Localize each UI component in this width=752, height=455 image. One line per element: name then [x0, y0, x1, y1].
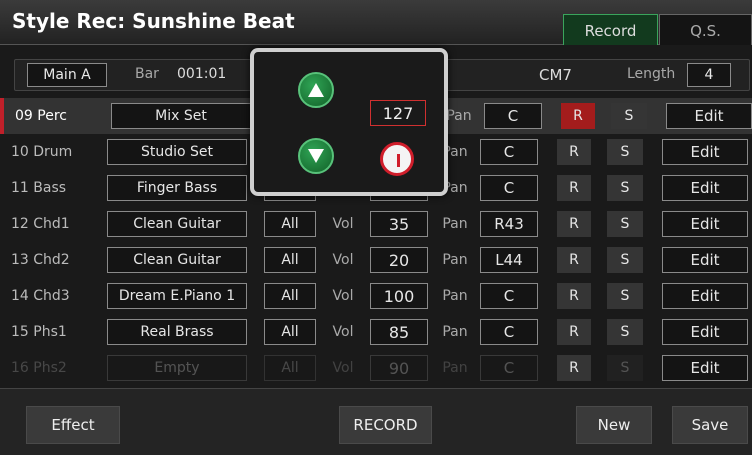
- edit-button[interactable]: Edit: [662, 247, 748, 273]
- solo-button[interactable]: S: [607, 175, 643, 201]
- pan-label: Pan: [442, 288, 468, 304]
- increment-button[interactable]: [298, 72, 334, 108]
- solo-button[interactable]: S: [607, 319, 643, 345]
- vol-field[interactable]: 35: [370, 211, 428, 237]
- voice-button[interactable]: Real Brass: [107, 319, 247, 345]
- part-button[interactable]: All: [264, 247, 316, 273]
- record-track-button[interactable]: R: [557, 247, 591, 273]
- track-name: 13 Chd2: [11, 252, 70, 268]
- value-popup: 127: [250, 48, 448, 196]
- vol-field[interactable]: 20: [370, 247, 428, 273]
- track-name: 12 Chd1: [11, 216, 70, 232]
- triangle-down-icon: [308, 149, 324, 163]
- footer-bar: Effect RECORD New Save: [0, 388, 752, 455]
- section-button[interactable]: Main A: [27, 63, 107, 87]
- voice-button[interactable]: Studio Set: [107, 139, 247, 165]
- pan-field[interactable]: R43: [480, 211, 538, 237]
- pan-field[interactable]: C: [480, 175, 538, 201]
- triangle-up-icon: [308, 83, 324, 97]
- pan-field[interactable]: C: [480, 355, 538, 381]
- page-title: Style Rec: Sunshine Beat: [12, 9, 295, 33]
- track-row[interactable]: 13 Chd2 Clean Guitar All Vol 20 Pan L44 R S Edit: [0, 242, 752, 278]
- bar-value: 001:01: [177, 66, 227, 82]
- pan-field[interactable]: C: [480, 139, 538, 165]
- length-label: Length: [627, 66, 676, 82]
- track-name: 16 Phs2: [11, 360, 67, 376]
- solo-button[interactable]: S: [607, 139, 643, 165]
- vol-field[interactable]: 100: [370, 283, 428, 309]
- tab-qs[interactable]: Q.S.: [659, 14, 752, 46]
- voice-button[interactable]: Clean Guitar: [107, 247, 247, 273]
- part-button[interactable]: All: [264, 319, 316, 345]
- pan-label: Pan: [442, 252, 468, 268]
- pan-label: Pan: [442, 216, 468, 232]
- track-row[interactable]: 14 Chd3 Dream E.Piano 1 All Vol 100 Pan C R S Edi…: [0, 278, 752, 314]
- vol-label: Vol: [332, 288, 354, 304]
- pan-field[interactable]: C: [480, 319, 538, 345]
- tab-record[interactable]: Record: [563, 14, 658, 46]
- vol-label: Vol: [332, 216, 354, 232]
- track-name: 15 Phs1: [11, 324, 67, 340]
- decrement-button[interactable]: [298, 138, 334, 174]
- bar-label: Bar: [135, 66, 159, 82]
- length-field[interactable]: 4: [687, 63, 731, 87]
- vol-field[interactable]: 85: [370, 319, 428, 345]
- vol-label: Vol: [332, 324, 354, 340]
- solo-button[interactable]: S: [607, 247, 643, 273]
- vol-label: Vol: [332, 360, 354, 376]
- title-bar: Style Rec: Sunshine Beat Record Q.S.: [0, 0, 752, 46]
- solo-button[interactable]: S: [607, 211, 643, 237]
- record-track-button[interactable]: R: [557, 319, 591, 345]
- edit-button[interactable]: Edit: [666, 103, 752, 129]
- record-button[interactable]: RECORD: [339, 406, 432, 444]
- save-button[interactable]: Save: [672, 406, 748, 444]
- voice-button[interactable]: Finger Bass: [107, 175, 247, 201]
- solo-button[interactable]: S: [607, 283, 643, 309]
- edit-button[interactable]: Edit: [662, 139, 748, 165]
- track-row[interactable]: 15 Phs1 Real Brass All Vol 85 Pan C R S Edit: [0, 314, 752, 350]
- part-button[interactable]: All: [264, 211, 316, 237]
- voice-button[interactable]: Dream E.Piano 1: [107, 283, 247, 309]
- track-name: 11 Bass: [11, 180, 67, 196]
- part-button[interactable]: All: [264, 283, 316, 309]
- record-track-button[interactable]: R: [557, 355, 591, 381]
- track-name: 09 Perc: [15, 108, 67, 124]
- solo-button[interactable]: S: [611, 103, 647, 129]
- edit-button[interactable]: Edit: [662, 175, 748, 201]
- track-row[interactable]: 12 Chd1 Clean Guitar All Vol 35 Pan R43 R S Edit: [0, 206, 752, 242]
- edit-button[interactable]: Edit: [662, 355, 748, 381]
- voice-button[interactable]: Mix Set: [111, 103, 251, 129]
- edit-button[interactable]: Edit: [662, 283, 748, 309]
- track-name: 10 Drum: [11, 144, 73, 160]
- edit-button[interactable]: Edit: [662, 211, 748, 237]
- record-track-button[interactable]: R: [557, 139, 591, 165]
- new-button[interactable]: New: [576, 406, 652, 444]
- vol-field[interactable]: 90: [370, 355, 428, 381]
- voice-button[interactable]: Clean Guitar: [107, 211, 247, 237]
- record-track-button[interactable]: R: [561, 103, 595, 129]
- popup-value-display: 127: [370, 100, 426, 126]
- track-row[interactable]: 16 Phs2 Empty All Vol 90 Pan C R S Edit: [0, 350, 752, 386]
- pan-field[interactable]: C: [484, 103, 542, 129]
- solo-button[interactable]: S: [607, 355, 643, 381]
- effect-button[interactable]: Effect: [26, 406, 120, 444]
- pan-field[interactable]: C: [480, 283, 538, 309]
- record-track-button[interactable]: R: [557, 175, 591, 201]
- vol-label: Vol: [332, 252, 354, 268]
- record-track-button[interactable]: R: [557, 211, 591, 237]
- part-button[interactable]: All: [264, 355, 316, 381]
- knob-icon[interactable]: [380, 142, 414, 176]
- pan-field[interactable]: L44: [480, 247, 538, 273]
- record-track-button[interactable]: R: [557, 283, 591, 309]
- pan-label: Pan: [442, 360, 468, 376]
- track-name: 14 Chd3: [11, 288, 70, 304]
- edit-button[interactable]: Edit: [662, 319, 748, 345]
- chord-display: CM7: [539, 66, 572, 84]
- voice-button[interactable]: Empty: [107, 355, 247, 381]
- pan-label: Pan: [442, 324, 468, 340]
